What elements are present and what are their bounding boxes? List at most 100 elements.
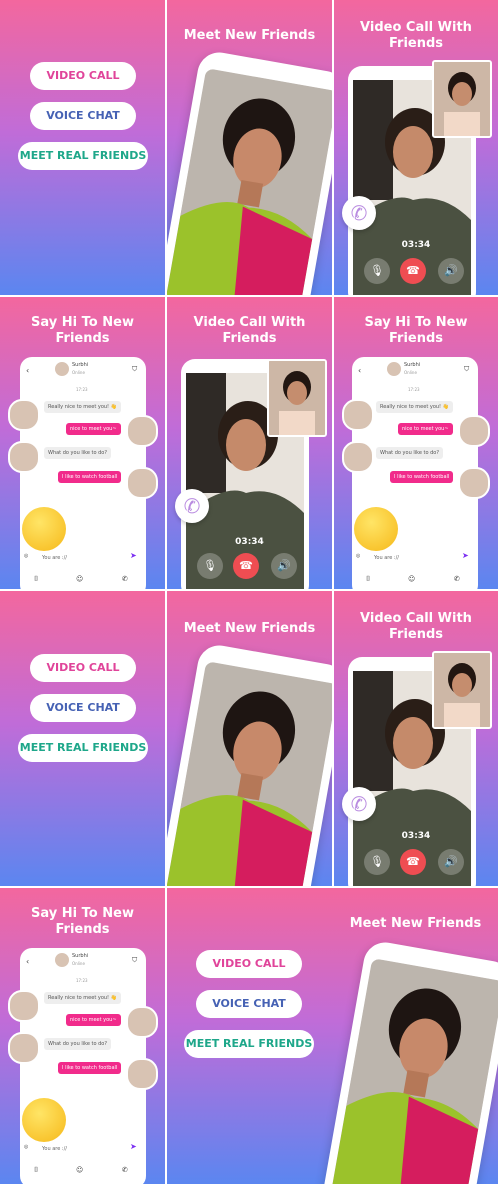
- message-input[interactable]: You are ://: [42, 1146, 67, 1152]
- call-icon[interactable]: ✆: [122, 575, 128, 583]
- chat-header: ‹ Surbhi Online ⛉: [352, 357, 478, 383]
- tile-meet-friends-2: Meet New Friends: [167, 591, 332, 886]
- chat-message: What do you like to do?: [44, 447, 111, 459]
- chat-header: ‹ Surbhi Online ⛉: [20, 948, 146, 974]
- avatar-right-2: [458, 467, 490, 499]
- avatar-left-2: [8, 1032, 40, 1064]
- speaker-button[interactable]: 🔊: [271, 553, 297, 579]
- chat-header: ‹ Surbhi Online ⛉: [20, 357, 146, 383]
- send-icon[interactable]: ➤: [462, 551, 469, 560]
- speaker-icon: 🔊: [277, 559, 291, 572]
- chat-message: I like to watch football: [58, 1062, 122, 1074]
- end-call-button[interactable]: ☎: [400, 258, 426, 284]
- video-call-pill[interactable]: VIDEO CALL: [196, 950, 302, 978]
- emoji-icon[interactable]: ☺: [76, 575, 83, 583]
- heading-meet-new-friends: Meet New Friends: [183, 621, 316, 636]
- shield-icon[interactable]: ⛉: [464, 365, 469, 374]
- tile-say-hi-2: Say Hi To New Friends ‹ Surbhi Online ⛉ …: [334, 297, 498, 589]
- heading-line-1: Video Call With: [360, 20, 472, 35]
- call-icon[interactable]: ✆: [454, 575, 460, 583]
- voice-chat-pill[interactable]: VOICE CHAT: [30, 102, 136, 130]
- contact-name: Surbhi: [404, 362, 421, 368]
- heading-video-call: Video Call With Friends: [334, 20, 498, 52]
- back-arrow-icon[interactable]: ‹: [26, 366, 29, 375]
- heading-line-2: Friends: [388, 627, 444, 642]
- chat-time: 17:23: [408, 387, 420, 392]
- voice-icon[interactable]: ◎: [24, 553, 28, 559]
- chat-time: 17:23: [76, 387, 88, 392]
- phone-handset-icon: ✆: [175, 489, 209, 523]
- tile-meet-friends-1: Meet New Friends: [167, 0, 332, 295]
- meet-real-friends-pill[interactable]: MEET REAL FRIENDS: [184, 1030, 314, 1058]
- chat-message: Really nice to meet you! 👋: [44, 401, 121, 413]
- smile-emoji-icon: [22, 1098, 66, 1142]
- voice-chat-pill[interactable]: VOICE CHAT: [196, 990, 302, 1018]
- video-call-pill[interactable]: VIDEO CALL: [30, 62, 136, 90]
- voice-icon[interactable]: ◎: [24, 1144, 28, 1150]
- end-call-icon: ☎: [406, 855, 420, 868]
- speaker-button[interactable]: 🔊: [438, 258, 464, 284]
- photo-woman: [328, 958, 498, 1184]
- emoji-icon[interactable]: ☺: [408, 575, 415, 583]
- tile-features-2: VIDEO CALL VOICE CHAT MEET REAL FRIENDS: [0, 591, 165, 886]
- video-call-pill[interactable]: VIDEO CALL: [30, 654, 136, 682]
- meet-real-friends-pill[interactable]: MEET REAL FRIENDS: [18, 734, 148, 762]
- phone-handset-icon: ✆: [342, 787, 376, 821]
- contact-status: Online: [72, 961, 85, 966]
- send-icon[interactable]: ➤: [130, 1142, 137, 1151]
- heading-video-call: Video Call With Friends: [167, 315, 332, 347]
- heading-meet-new-friends: Meet New Friends: [349, 916, 482, 931]
- photo-woman: [167, 661, 332, 886]
- heading-line-2: Friends: [222, 331, 277, 346]
- end-call-button[interactable]: ☎: [400, 849, 426, 875]
- phone-mockup: [167, 49, 332, 295]
- send-icon[interactable]: ➤: [130, 551, 137, 560]
- speaker-icon: 🔊: [444, 264, 458, 277]
- chat-message: Really nice to meet you! 👋: [44, 992, 121, 1004]
- chat-message: nice to meet you~: [398, 423, 453, 435]
- tile-video-call-2: Video Call With Friends 03:34 🎙 ☎ 🔊 ✆: [167, 297, 332, 589]
- chat-message: I like to watch football: [58, 471, 122, 483]
- end-call-icon: ☎: [239, 559, 253, 572]
- meet-real-friends-pill[interactable]: MEET REAL FRIENDS: [18, 142, 148, 170]
- heading-line-2: Friends: [388, 331, 444, 346]
- tile-say-hi-3: Say Hi To New Friends ‹ Surbhi Online ⛉ …: [0, 888, 165, 1184]
- heading-say-hi: Say Hi To New Friends: [0, 315, 165, 347]
- emoji-icon[interactable]: ☺: [76, 1166, 83, 1174]
- chat-message: I like to watch football: [390, 471, 454, 483]
- speaker-button[interactable]: 🔊: [438, 849, 464, 875]
- call-icon[interactable]: ✆: [122, 1166, 128, 1174]
- chat-message: What do you like to do?: [376, 447, 443, 459]
- smile-emoji-icon: [22, 507, 66, 551]
- end-call-button[interactable]: ☎: [233, 553, 259, 579]
- contact-avatar: [54, 952, 70, 968]
- mute-button[interactable]: 🎙: [197, 553, 223, 579]
- shield-icon[interactable]: ⛉: [132, 956, 137, 965]
- call-timer: 03:34: [401, 831, 431, 841]
- tile-features-1: VIDEO CALL VOICE CHAT MEET REAL FRIENDS: [0, 0, 165, 295]
- heading-line-1: Say Hi To New: [31, 906, 134, 921]
- voice-chat-pill[interactable]: VOICE CHAT: [30, 694, 136, 722]
- message-input[interactable]: You are ://: [42, 555, 67, 561]
- back-arrow-icon[interactable]: ‹: [26, 957, 29, 966]
- contact-status: Online: [72, 370, 85, 375]
- camera-icon[interactable]: ⌷: [34, 1166, 38, 1175]
- heading-line-2: Friends: [55, 922, 110, 937]
- heading-line-1: Say Hi To New: [364, 315, 468, 330]
- voice-icon[interactable]: ◎: [356, 553, 360, 559]
- message-input[interactable]: You are ://: [374, 555, 399, 561]
- mute-button[interactable]: 🎙: [364, 258, 390, 284]
- contact-status: Online: [404, 370, 417, 375]
- shield-icon[interactable]: ⛉: [132, 365, 137, 374]
- mute-button[interactable]: 🎙: [364, 849, 390, 875]
- avatar-left-2: [342, 441, 374, 473]
- back-arrow-icon[interactable]: ‹: [358, 366, 361, 375]
- camera-icon[interactable]: ⌷: [34, 575, 38, 584]
- avatar-right-1: [458, 415, 490, 447]
- tile-features-wide: VIDEO CALL VOICE CHAT MEET REAL FRIENDS …: [167, 888, 498, 1184]
- avatar-right-1: [126, 415, 158, 447]
- avatar-left-1: [8, 990, 40, 1022]
- speaker-icon: 🔊: [444, 855, 458, 868]
- camera-icon[interactable]: ⌷: [366, 575, 370, 584]
- chat-message: nice to meet you~: [66, 1014, 121, 1026]
